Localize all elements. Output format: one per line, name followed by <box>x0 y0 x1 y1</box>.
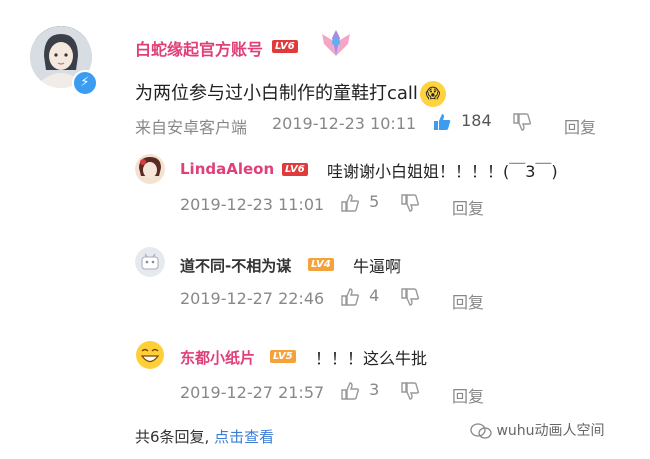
thumbs-up-icon <box>434 113 451 130</box>
reply-summary: 共6条回复, 点击查看 <box>135 426 274 447</box>
watermark: wuhu动画人空间 <box>470 420 605 440</box>
reply-username[interactable]: 东都小纸片 <box>180 347 255 368</box>
dislike-button[interactable] <box>400 380 420 401</box>
medal-icon <box>322 30 350 56</box>
verified-icon: ⚡ <box>72 70 98 96</box>
reply-time: 2019-12-27 22:46 <box>180 289 325 308</box>
thumbs-up-icon <box>341 193 360 212</box>
dislike-button[interactable] <box>512 111 532 132</box>
avatar[interactable] <box>135 247 165 277</box>
reply-button[interactable]: 回复 <box>452 383 484 407</box>
watermark-text: wuhu动画人空间 <box>496 423 605 439</box>
reply-button[interactable]: 回复 <box>452 289 484 313</box>
username[interactable]: 白蛇缘起官方账号 <box>135 36 263 60</box>
reply-text: 哇谢谢小白姐姐！！！！(￣3￣) <box>327 162 558 181</box>
comment-time: 2019-12-23 10:11 <box>272 114 417 133</box>
level-badge: LV4 <box>308 258 334 271</box>
avatar[interactable] <box>135 340 165 370</box>
reply-time: 2019-12-23 11:01 <box>180 195 325 214</box>
thumbs-down-icon <box>401 287 420 306</box>
avatar-image <box>135 154 165 184</box>
comment-text: 为两位参与过小白制作的童鞋打call 😱 <box>135 79 446 107</box>
thumbs-down-icon <box>513 112 532 131</box>
comment-content: 为两位参与过小白制作的童鞋打call <box>135 83 418 104</box>
like-count: 4 <box>369 286 380 305</box>
dislike-button[interactable] <box>400 192 420 213</box>
thumbs-up-icon <box>341 381 360 400</box>
reply-username[interactable]: 道不同-不相为谋 <box>180 255 291 276</box>
like-button[interactable]: 3 <box>340 380 379 401</box>
thumbs-up-icon <box>341 287 360 306</box>
surprised-emoji-icon: 😱 <box>419 81 446 107</box>
level-badge: LV6 <box>282 163 308 176</box>
dislike-button[interactable] <box>400 286 420 307</box>
reply-text: ！！！这么牛批 <box>315 349 428 368</box>
thumbs-down-icon <box>401 193 420 212</box>
default-avatar-icon <box>135 247 165 277</box>
reply-button[interactable]: 回复 <box>564 114 596 138</box>
reply-count-text: 共6条回复, <box>135 428 210 446</box>
view-replies-link[interactable]: 点击查看 <box>214 428 274 446</box>
like-count: 184 <box>461 111 492 130</box>
like-button[interactable]: 184 <box>432 111 492 132</box>
grinning-face-icon <box>136 341 164 369</box>
reply-username[interactable]: LindaAleon <box>180 160 274 178</box>
like-button[interactable]: 4 <box>340 286 379 307</box>
level-badge: LV6 <box>272 40 298 53</box>
wechat-icon <box>470 423 492 439</box>
like-count: 3 <box>369 380 380 399</box>
level-badge: LV5 <box>270 350 296 363</box>
like-button[interactable]: 5 <box>340 192 379 213</box>
thumbs-down-icon <box>401 381 420 400</box>
reply-button[interactable]: 回复 <box>452 195 484 219</box>
reply-time: 2019-12-27 21:57 <box>180 383 325 402</box>
avatar[interactable] <box>135 154 165 184</box>
reply-text: 牛逼啊 <box>353 257 402 276</box>
like-count: 5 <box>369 192 380 211</box>
comment-source: 来自安卓客户端 <box>135 118 248 137</box>
